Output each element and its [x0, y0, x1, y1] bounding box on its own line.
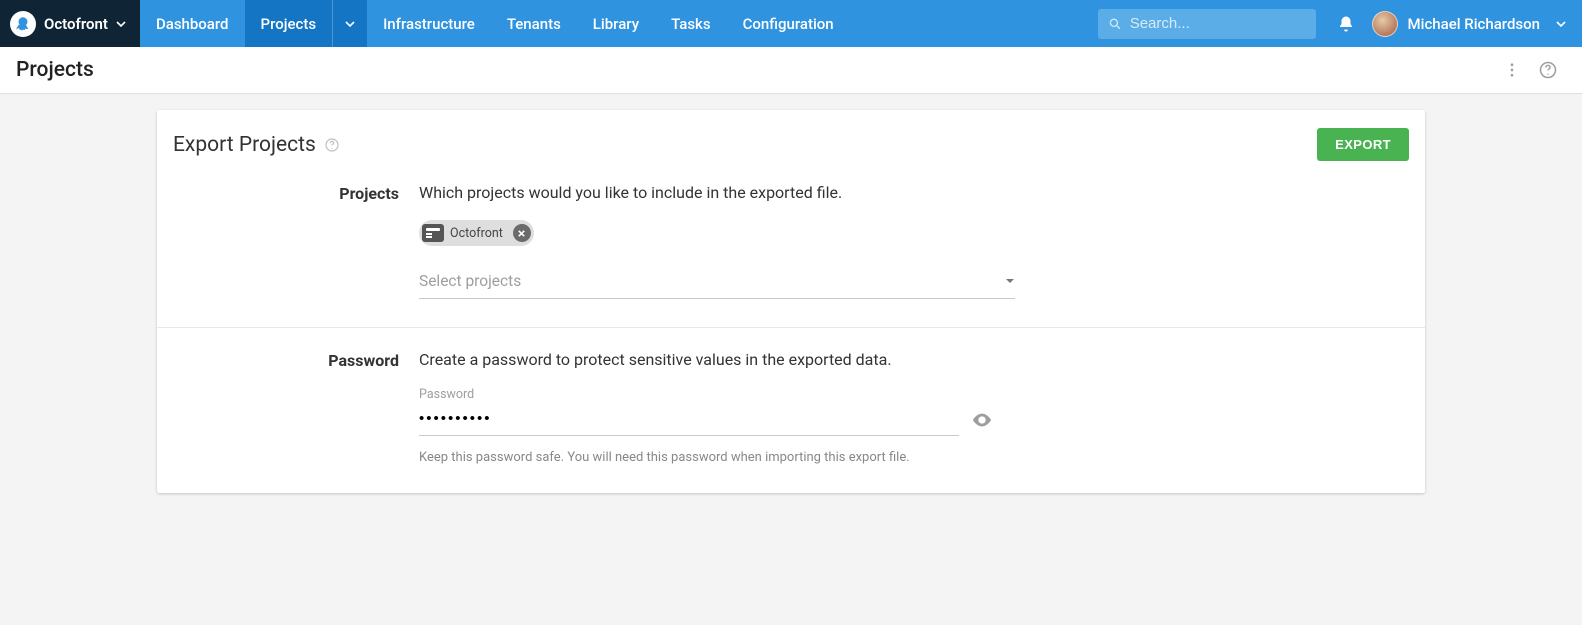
- nav-tenants[interactable]: Tenants: [491, 0, 577, 47]
- nav-library[interactable]: Library: [577, 0, 655, 47]
- brand-switcher[interactable]: Octofront: [0, 0, 140, 47]
- caret-down-icon: [1556, 19, 1566, 29]
- caret-down-icon: [1005, 276, 1015, 286]
- project-icon: [422, 224, 444, 242]
- export-button[interactable]: EXPORT: [1317, 128, 1409, 161]
- toggle-password-visibility[interactable]: [971, 409, 993, 431]
- top-nav: Octofront Dashboard Projects Infrastruct…: [0, 0, 1582, 47]
- page-help-button[interactable]: [1530, 60, 1566, 80]
- projects-select[interactable]: Select projects: [419, 266, 1015, 299]
- user-name: Michael Richardson: [1408, 15, 1541, 33]
- password-input[interactable]: [419, 404, 959, 436]
- caret-down-icon: [116, 19, 126, 29]
- project-chip: Octofront: [419, 220, 534, 246]
- password-label: Password: [173, 350, 419, 465]
- octopus-logo-icon: [10, 11, 36, 37]
- user-menu[interactable]: Michael Richardson: [1366, 0, 1582, 47]
- card-title: Export Projects: [173, 133, 316, 157]
- notifications-button[interactable]: [1326, 0, 1366, 47]
- bell-icon: [1337, 15, 1355, 33]
- nav-dashboard[interactable]: Dashboard: [140, 0, 245, 47]
- search-input[interactable]: [1130, 15, 1306, 32]
- password-field-label: Password: [419, 387, 1059, 402]
- eye-icon: [971, 409, 993, 431]
- close-icon: [517, 229, 526, 238]
- selected-projects-chips: Octofront: [419, 220, 1059, 246]
- global-search[interactable]: [1098, 9, 1316, 39]
- page-title: Projects: [16, 58, 1494, 82]
- dots-vertical-icon: [1503, 61, 1521, 79]
- projects-description: Which projects would you like to include…: [419, 183, 1059, 202]
- avatar: [1372, 11, 1398, 37]
- help-circle-icon[interactable]: [324, 137, 340, 153]
- caret-down-icon: [345, 19, 355, 29]
- projects-select-placeholder: Select projects: [419, 272, 1005, 290]
- overflow-menu-button[interactable]: [1494, 61, 1530, 79]
- search-icon: [1108, 16, 1122, 32]
- nav-projects-dropdown[interactable]: [332, 0, 367, 47]
- project-chip-label: Octofront: [450, 226, 503, 241]
- nav-configuration[interactable]: Configuration: [727, 0, 850, 47]
- card-header: Export Projects EXPORT: [157, 110, 1425, 179]
- nav-infrastructure[interactable]: Infrastructure: [367, 0, 491, 47]
- chip-remove-button[interactable]: [513, 224, 531, 242]
- nav-projects[interactable]: Projects: [245, 0, 333, 47]
- export-card: Export Projects EXPORT Projects Which pr…: [157, 110, 1425, 493]
- password-helper: Keep this password safe. You will need t…: [419, 450, 1059, 465]
- nav-tasks[interactable]: Tasks: [655, 0, 727, 47]
- password-description: Create a password to protect sensitive v…: [419, 350, 1059, 369]
- help-circle-icon: [1538, 60, 1558, 80]
- section-projects: Projects Which projects would you like t…: [157, 179, 1425, 327]
- section-password: Password Create a password to protect se…: [157, 327, 1425, 493]
- content-area: Export Projects EXPORT Projects Which pr…: [0, 94, 1582, 523]
- brand-name: Octofront: [44, 15, 108, 33]
- page-header: Projects: [0, 47, 1582, 94]
- projects-label: Projects: [173, 183, 419, 299]
